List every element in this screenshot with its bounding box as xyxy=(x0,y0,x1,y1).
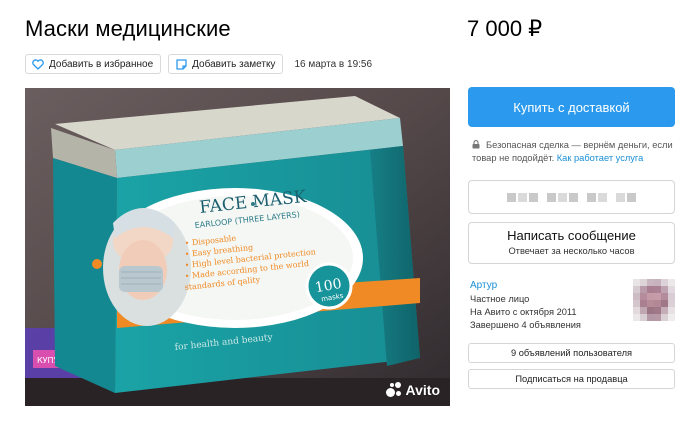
listing-price: 7 000 ₽ xyxy=(467,16,543,41)
phone-number-blurred xyxy=(507,192,636,202)
safe-deal-info: Безопасная сделка — вернём деньги, если … xyxy=(472,139,682,165)
safe-deal-link[interactable]: Как работает услуга xyxy=(557,153,644,163)
add-to-favorites-label: Добавить в избранное xyxy=(49,58,154,70)
seller-type: Частное лицо xyxy=(470,294,530,304)
add-to-favorites-button[interactable]: Добавить в избранное xyxy=(25,54,162,74)
listing-photo[interactable]: КУПУСЬТЕ FACE MASK EARLOOP (THREE LAYERS… xyxy=(25,88,450,406)
response-time-text: Отвечает за несколько часов xyxy=(508,246,635,256)
seller-avatar[interactable] xyxy=(633,279,675,321)
write-message-label: Написать сообщение xyxy=(507,228,636,243)
show-phone-button[interactable] xyxy=(468,180,675,214)
avito-watermark: Avito xyxy=(385,382,440,398)
avito-watermark-text: Avito xyxy=(405,382,440,398)
listing-toolbar: Добавить в избранное Добавить заметку 16… xyxy=(25,54,372,74)
seller-name-link[interactable]: Артур xyxy=(470,279,581,292)
write-message-button[interactable]: Написать сообщение Отвечает за несколько… xyxy=(468,222,675,264)
subscribe-seller-button[interactable]: Подписаться на продавца xyxy=(468,369,675,389)
buy-with-delivery-button[interactable]: Купить с доставкой xyxy=(468,87,675,127)
face-mask-box-photo: КУПУСЬТЕ FACE MASK EARLOOP (THREE LAYERS… xyxy=(25,88,450,406)
add-note-label: Добавить заметку xyxy=(192,58,276,70)
lock-icon xyxy=(472,140,480,149)
heart-icon xyxy=(32,58,44,70)
seller-completed-ads: Завершено 4 объявления xyxy=(470,320,581,330)
listing-title: Маски медицинские xyxy=(25,16,231,41)
note-icon xyxy=(175,58,187,70)
avito-logo-icon xyxy=(385,382,402,398)
seller-ads-button[interactable]: 9 объявлений пользователя xyxy=(468,343,675,363)
listing-date: 16 марта в 19:56 xyxy=(294,58,373,70)
seller-info: Артур Частное лицо На Авито с октября 20… xyxy=(470,279,581,332)
seller-since: На Авито с октября 2011 xyxy=(470,307,577,317)
add-note-button[interactable]: Добавить заметку xyxy=(168,54,284,74)
